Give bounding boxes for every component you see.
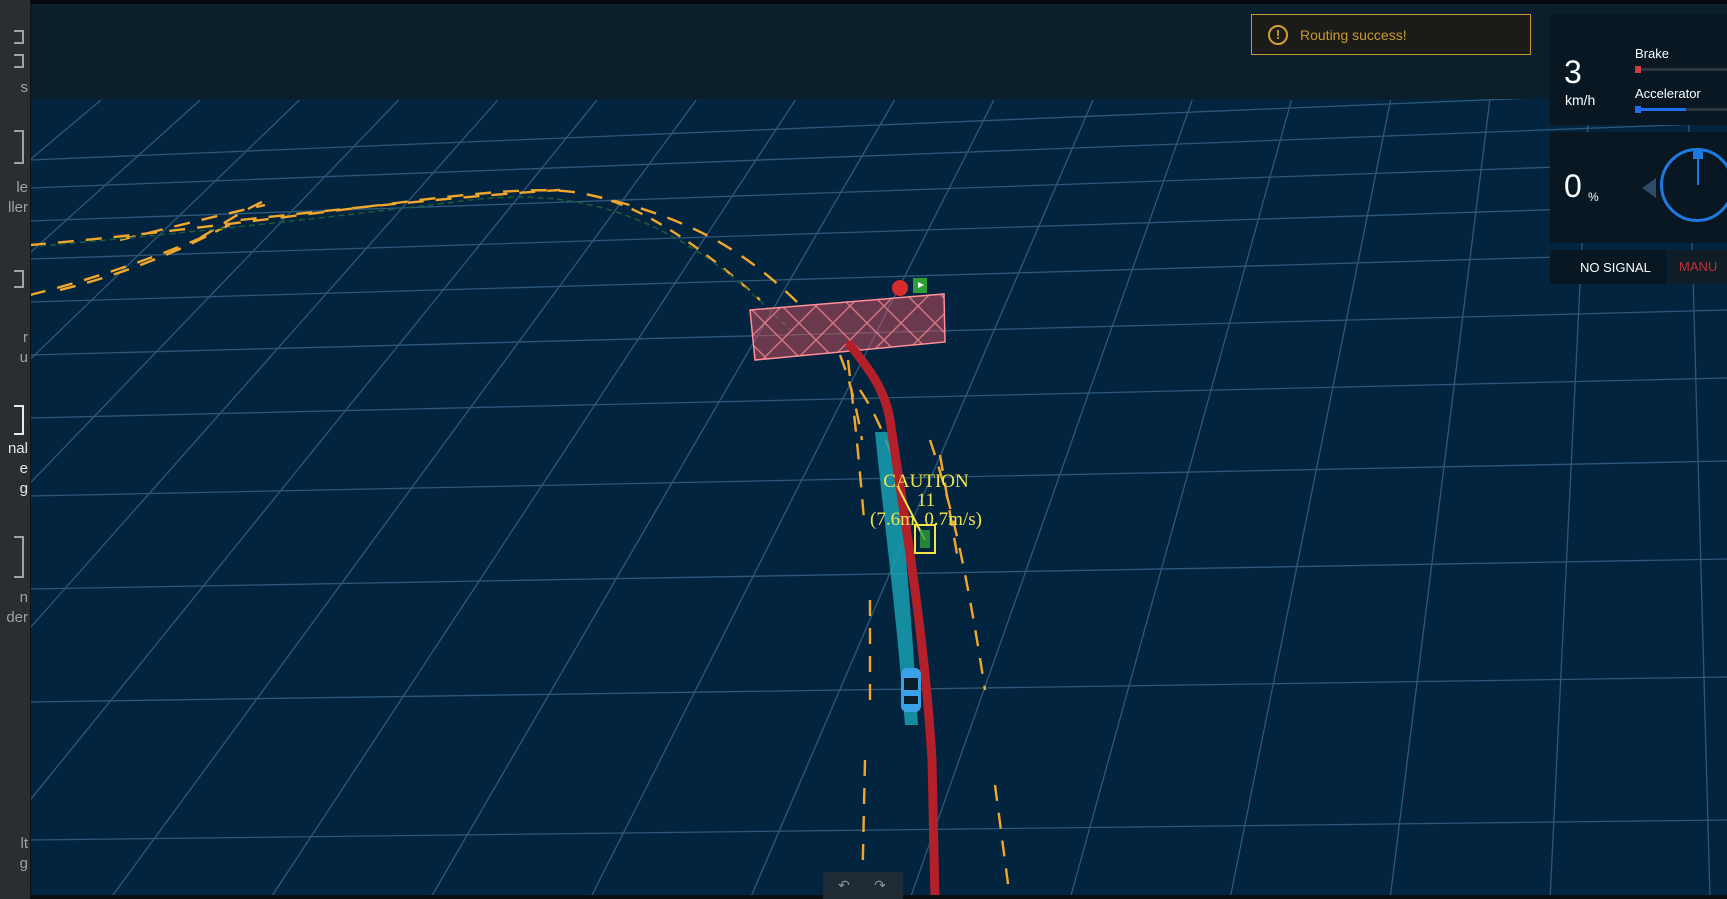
accelerator-bar: [1635, 106, 1727, 113]
steering-value: 0: [1564, 168, 1582, 204]
sidebar-item-label: nal e g: [7, 440, 28, 497]
vehicle-icon: [14, 130, 24, 164]
obstacle-info-text: (7.6m, 0.7m/s): [870, 509, 982, 530]
driving-mode-button[interactable]: MANU: [1667, 250, 1727, 284]
steering-unit: %: [1588, 190, 1599, 204]
dreamview-app: s le ller r u nal e g n der lt g CAUTION…: [0, 0, 1727, 899]
tasks-icon: [14, 30, 24, 44]
steering-panel: 0 %: [1550, 132, 1727, 243]
speed-unit: km/h: [1565, 92, 1596, 108]
brake-label: Brake: [1635, 46, 1669, 61]
rotate-left-icon[interactable]: ↶: [835, 876, 853, 894]
camera-controls: ↶ ↷: [823, 872, 903, 899]
speed-value: 3: [1564, 54, 1582, 90]
turn-left-indicator-icon: [1642, 178, 1656, 198]
obstacle-id-text: 11: [917, 490, 935, 511]
speed-panel: 3 km/h Brake Accelerator: [1550, 14, 1727, 125]
brake-fill: [1635, 66, 1641, 73]
3d-scene-view[interactable]: CAUTION 11 (7.6m, 0.7m/s): [30, 0, 1727, 899]
accelerator-label: Accelerator: [1635, 86, 1701, 101]
accelerator-marker: [1635, 106, 1641, 113]
signal-icon: [14, 405, 24, 435]
sidebar-item-label: le ller: [7, 179, 28, 216]
sidebar-item-label: lt g: [19, 835, 28, 872]
rotate-right-icon[interactable]: ↷: [871, 876, 889, 894]
sidebar-item-label: r u: [19, 329, 28, 366]
obstacle-caution-text: CAUTION: [883, 471, 969, 492]
routing-notification: ! Routing success!: [1251, 14, 1531, 55]
traffic-signal-status: NO SIGNAL: [1580, 260, 1651, 275]
steering-wheel-icon: [1660, 148, 1727, 222]
notification-text: Routing success!: [1300, 26, 1407, 43]
ego-car-icon: [901, 668, 921, 712]
sidebar: s le ller r u nal e g n der lt g: [0, 0, 31, 899]
tasks-icon-2: [14, 54, 24, 68]
sidebar-item-label: n der: [6, 589, 28, 626]
stop-sign-icon: [892, 280, 908, 296]
warning-icon: !: [1268, 24, 1288, 45]
accelerator-fill: [1635, 108, 1686, 111]
signal-panel: NO SIGNAL MANU: [1550, 250, 1727, 284]
brake-bar: [1635, 66, 1727, 73]
route-icon: [14, 270, 24, 288]
recorder-icon: [14, 536, 24, 578]
sidebar-item-label: s: [20, 79, 29, 96]
